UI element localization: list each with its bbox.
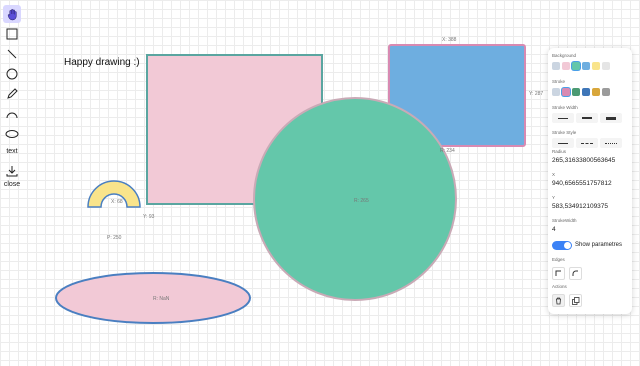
shape-label: R: 234 bbox=[440, 148, 455, 154]
drawing-canvas[interactable]: Happy drawing :) X: 388 Y: 287 R: 234 R:… bbox=[0, 0, 640, 366]
stroke-swatch[interactable] bbox=[602, 88, 610, 96]
stroke-style-solid[interactable] bbox=[552, 138, 574, 148]
background-swatch[interactable] bbox=[562, 62, 570, 70]
delete-icon[interactable] bbox=[552, 294, 565, 307]
properties-panel: Background Stroke Stroke Width Stroke St… bbox=[548, 48, 632, 314]
shape-label: R: 265 bbox=[354, 198, 369, 204]
shape-label: R: NaN bbox=[153, 296, 170, 302]
radius-input[interactable]: 265,31633800563645 bbox=[552, 157, 615, 164]
x-title: X bbox=[552, 172, 556, 177]
x-input[interactable]: 940,6565551757812 bbox=[552, 180, 612, 187]
background-swatches bbox=[552, 62, 610, 70]
stroke-style-options bbox=[552, 138, 622, 148]
stroke-width-medium[interactable] bbox=[576, 113, 598, 123]
stroke-width-input[interactable]: 4 bbox=[552, 226, 556, 233]
shape-label: Y: 287 bbox=[529, 91, 544, 97]
background-swatch[interactable] bbox=[582, 62, 590, 70]
background-swatch[interactable] bbox=[572, 62, 580, 70]
stroke-width-title: Stroke Width bbox=[552, 105, 578, 110]
stroke-swatch[interactable] bbox=[582, 88, 590, 96]
stroke-swatch[interactable] bbox=[552, 88, 560, 96]
stroke-title: Stroke bbox=[552, 79, 566, 84]
stroke-style-title: Stroke Style bbox=[552, 130, 577, 135]
stroke-swatches bbox=[552, 88, 610, 96]
actions-title: Actions bbox=[552, 284, 567, 289]
background-swatch[interactable] bbox=[552, 62, 560, 70]
shape-label: Y: 93 bbox=[143, 214, 155, 220]
background-swatch[interactable] bbox=[602, 62, 610, 70]
stroke-style-dashed[interactable] bbox=[576, 138, 598, 148]
stroke-swatch[interactable] bbox=[592, 88, 600, 96]
stroke-width-thin[interactable] bbox=[552, 113, 574, 123]
stroke-swatch[interactable] bbox=[572, 88, 580, 96]
shape-label: P: 250 bbox=[107, 235, 122, 241]
stroke-width-thick[interactable] bbox=[600, 113, 622, 123]
edges-title: Edges bbox=[552, 257, 565, 262]
radius-title: Radius bbox=[552, 149, 567, 154]
stroke-swatch[interactable] bbox=[562, 88, 570, 96]
y-input[interactable]: 583,534912109375 bbox=[552, 203, 608, 210]
round-edges-icon[interactable] bbox=[569, 267, 582, 280]
stroke-style-dotted[interactable] bbox=[600, 138, 622, 148]
shape-label: X: 388 bbox=[442, 37, 457, 43]
duplicate-icon[interactable] bbox=[569, 294, 582, 307]
shape-label: X: 68 bbox=[111, 199, 123, 205]
background-title: Background bbox=[552, 53, 577, 58]
stroke-width-options bbox=[552, 113, 622, 123]
shapes-layer bbox=[55, 44, 526, 324]
sharp-edges-icon[interactable] bbox=[552, 267, 565, 280]
show-parameters-label: Show parametres bbox=[575, 242, 623, 248]
background-swatch[interactable] bbox=[592, 62, 600, 70]
show-parameters-toggle[interactable] bbox=[552, 241, 572, 250]
y-title: Y bbox=[552, 195, 556, 200]
stroke-width-value-title: StrokeWidth bbox=[552, 218, 577, 223]
